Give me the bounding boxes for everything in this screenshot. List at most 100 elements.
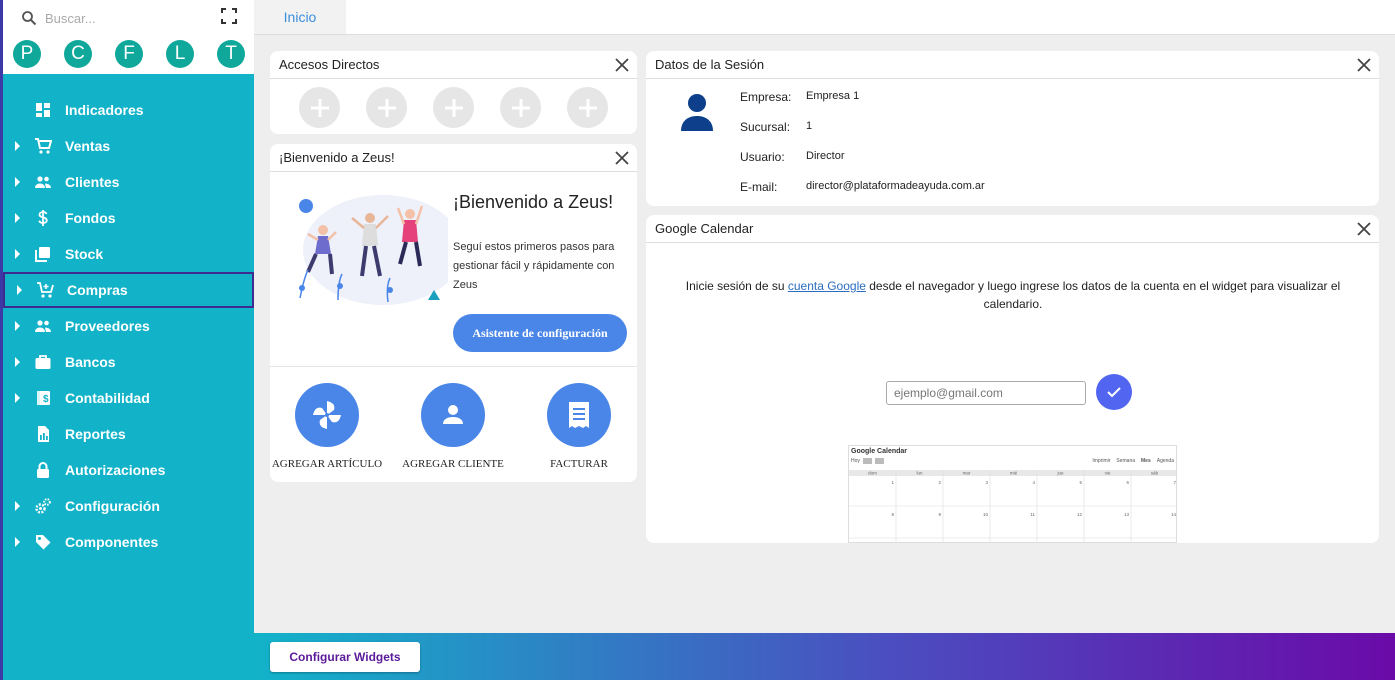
confirm-email-button[interactable] <box>1096 374 1132 410</box>
report-icon <box>38 426 49 442</box>
quick-letters: P C F L T <box>13 40 245 68</box>
sidebar-item-componentes[interactable]: Componentes <box>3 524 254 560</box>
welcome-title: ¡Bienvenido a Zeus! <box>453 192 614 212</box>
calendar-preview: Google Calendar Hoy Imprimir Semana Mes … <box>848 445 1177 543</box>
add-shortcut-button[interactable] <box>567 87 608 128</box>
sidebar: P C F L T Indicadores Ventas Clientes Fo… <box>0 0 254 680</box>
sidebar-item-label: Reportes <box>65 426 126 442</box>
add-article-button[interactable] <box>295 383 359 447</box>
sidebar-item-proveedores[interactable]: Proveedores <box>3 308 254 344</box>
calendar-preview-grid: dom lun mar mié jue vie sáb1 2 3 4 5 6 78 9 10 11 12 13 14… <box>849 470 1177 543</box>
sidebar-item-label: Contabilidad <box>65 390 150 406</box>
calendar-widget: Google Calendar Inicie sesión de su cuen… <box>646 215 1379 543</box>
close-icon[interactable] <box>613 56 631 74</box>
plus-icon <box>511 98 530 117</box>
add-shortcut-button[interactable] <box>299 87 340 128</box>
session-key: Empresa: <box>740 90 792 104</box>
caret-right-icon <box>15 537 20 547</box>
calendar-date: 18 <box>1030 542 1036 543</box>
setup-assistant-button[interactable]: Asistente de configuración <box>453 314 627 352</box>
sidebar-item-label: Bancos <box>65 354 116 370</box>
google-account-link[interactable]: cuenta Google <box>788 279 866 293</box>
view-print: Imprimir <box>1092 458 1111 464</box>
search-box[interactable] <box>21 8 221 28</box>
sidebar-item-stock[interactable]: Stock <box>3 236 254 272</box>
session-value: Empresa 1 <box>806 90 860 102</box>
widget-header: Accesos Directos <box>270 51 637 79</box>
close-icon[interactable] <box>613 149 631 167</box>
widget-title: ¡Bienvenido a Zeus! <box>279 150 395 165</box>
sidebar-item-indicadores[interactable]: Indicadores <box>3 92 254 128</box>
calendar-date: 2 <box>938 480 941 485</box>
add-shortcut-button[interactable] <box>433 87 474 128</box>
calendar-date: 11 <box>1030 512 1035 517</box>
sidebar-item-autorizaciones[interactable]: Autorizaciones <box>3 452 254 488</box>
sidebar-header: P C F L T <box>3 0 254 74</box>
invoice-action[interactable]: FACTURAR <box>519 383 639 470</box>
caret-right-icon <box>15 177 20 187</box>
tab-bar: Inicio <box>254 0 1395 35</box>
sidebar-item-fondos[interactable]: Fondos <box>3 200 254 236</box>
receipt-icon <box>569 402 589 428</box>
tag-icon <box>36 535 51 550</box>
calendar-date: 14 <box>1171 512 1177 517</box>
sidebar-item-label: Compras <box>67 282 128 298</box>
session-key: Sucursal: <box>740 120 791 134</box>
close-icon[interactable] <box>1355 220 1373 238</box>
tab-inicio[interactable]: Inicio <box>254 0 346 34</box>
calendar-day-header: mar <box>963 471 971 476</box>
person-icon <box>443 405 463 424</box>
letter-button-l[interactable]: L <box>166 40 194 68</box>
session-widget: Datos de la Sesión Empresa: Empresa 1 Su… <box>646 51 1379 206</box>
sidebar-menu: Indicadores Ventas Clientes Fondos Stock… <box>3 92 254 560</box>
calendar-day-header: sáb <box>1151 471 1159 476</box>
calendar-day-header: lun <box>916 471 923 476</box>
widget-title: Datos de la Sesión <box>655 57 765 72</box>
shortcut-slots <box>270 79 637 128</box>
calendar-day-header: jue <box>1056 471 1064 476</box>
people-icon <box>35 176 51 188</box>
briefcase-icon <box>35 355 51 369</box>
add-shortcut-button[interactable] <box>500 87 541 128</box>
search-input[interactable] <box>45 10 205 26</box>
sidebar-item-ventas[interactable]: Ventas <box>3 128 254 164</box>
letter-button-p[interactable]: P <box>13 40 41 68</box>
sidebar-item-label: Autorizaciones <box>65 462 166 478</box>
sidebar-item-contabilidad[interactable]: $ Contabilidad <box>3 380 254 416</box>
add-article-action[interactable]: AGREGAR ARTÍCULO <box>267 383 387 470</box>
sidebar-item-label: Stock <box>65 246 104 262</box>
sidebar-item-configuracion[interactable]: Configuración <box>3 488 254 524</box>
add-client-button[interactable] <box>421 383 485 447</box>
add-shortcut-button[interactable] <box>366 87 407 128</box>
sidebar-item-label: Proveedores <box>65 318 150 334</box>
sidebar-item-label: Indicadores <box>65 102 144 118</box>
sidebar-item-bancos[interactable]: Bancos <box>3 344 254 380</box>
user-avatar-icon <box>681 94 713 131</box>
letter-button-t[interactable]: T <box>217 40 245 68</box>
calendar-date: 20 <box>1124 542 1130 543</box>
close-icon[interactable] <box>1355 56 1373 74</box>
fullscreen-icon[interactable] <box>220 7 238 25</box>
sidebar-item-label: Configuración <box>65 498 160 514</box>
today-label: Hoy <box>851 458 860 464</box>
calendar-date: 9 <box>938 512 941 517</box>
instructions-before: Inicie sesión de su <box>685 279 788 293</box>
calendar-date: 5 <box>1079 480 1082 485</box>
calendar-date: 21 <box>1171 542 1177 543</box>
add-client-action[interactable]: AGREGAR CLIENTE <box>393 383 513 470</box>
celebration-illustration <box>299 195 448 305</box>
sidebar-item-compras[interactable]: Compras <box>3 272 254 308</box>
gmail-input[interactable] <box>886 381 1086 405</box>
invoice-button[interactable] <box>547 383 611 447</box>
letter-button-f[interactable]: F <box>115 40 143 68</box>
add-article-label: AGREGAR ARTÍCULO <box>271 458 383 470</box>
sidebar-item-reportes[interactable]: Reportes <box>3 416 254 452</box>
configure-widgets-button[interactable]: Configurar Widgets <box>270 642 420 672</box>
calendar-date: 3 <box>985 480 988 485</box>
session-value: director@plataformadeayuda.com.ar <box>806 180 985 192</box>
plus-icon <box>578 98 597 117</box>
letter-button-c[interactable]: C <box>64 40 92 68</box>
sidebar-item-clientes[interactable]: Clientes <box>3 164 254 200</box>
calendar-preview-nav: Hoy <box>851 458 884 464</box>
welcome-actions: AGREGAR ARTÍCULO AGREGAR CLIENTE FACTURA… <box>270 367 637 479</box>
